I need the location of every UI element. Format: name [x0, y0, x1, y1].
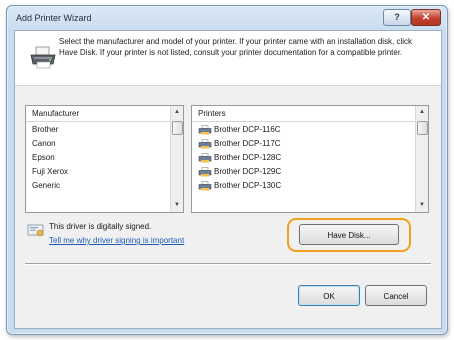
- cancel-button[interactable]: Cancel: [365, 285, 427, 306]
- wizard-header: Select the manufacturer and model of you…: [15, 31, 441, 86]
- list-item-printer[interactable]: Brother DCP-128C: [192, 151, 415, 165]
- printers-scrollbar[interactable]: ▲ ▼: [415, 106, 428, 212]
- scroll-up-icon[interactable]: ▲: [171, 106, 183, 119]
- mini-printer-icon: [198, 167, 212, 177]
- title-bar[interactable]: Add Printer Wizard ? ✕: [7, 6, 447, 30]
- dialog-body: Select the manufacturer and model of you…: [14, 30, 442, 329]
- scrollbar-thumb[interactable]: [172, 121, 183, 135]
- certificate-icon: [27, 224, 44, 237]
- signing-status: This driver is digitally signed.: [49, 222, 152, 231]
- instructions-text: Select the manufacturer and model of you…: [59, 37, 413, 57]
- driver-signing-link[interactable]: Tell me why driver signing is important: [49, 236, 184, 245]
- list-item-manufacturer[interactable]: Brother: [26, 123, 170, 137]
- manufacturer-items: Brother Canon Epson Fuji Xerox Generic: [26, 123, 170, 193]
- help-button[interactable]: ?: [383, 9, 411, 26]
- list-item-manufacturer[interactable]: Fuji Xerox: [26, 165, 170, 179]
- printers-items: Brother DCP-116C Brother DCP-117C Brothe…: [192, 123, 415, 193]
- list-item-printer[interactable]: Brother DCP-130C: [192, 179, 415, 193]
- list-item-manufacturer[interactable]: Epson: [26, 151, 170, 165]
- close-icon: ✕: [421, 12, 431, 23]
- mini-printer-icon: [198, 181, 212, 191]
- mini-printer-icon: [198, 153, 212, 163]
- list-item-manufacturer[interactable]: Generic: [26, 179, 170, 193]
- close-button[interactable]: ✕: [411, 9, 441, 26]
- scroll-up-icon[interactable]: ▲: [416, 106, 428, 119]
- scroll-down-icon[interactable]: ▼: [171, 199, 183, 212]
- printers-listbox[interactable]: Printers Brother DCP-116C Brother DCP-11…: [191, 105, 429, 213]
- mini-printer-icon: [198, 139, 212, 149]
- scrollbar-thumb[interactable]: [417, 121, 428, 135]
- list-item-manufacturer[interactable]: Canon: [26, 137, 170, 151]
- list-item-printer[interactable]: Brother DCP-117C: [192, 137, 415, 151]
- manufacturer-scrollbar[interactable]: ▲ ▼: [170, 106, 183, 212]
- ok-button[interactable]: OK: [298, 285, 360, 306]
- manufacturer-listbox[interactable]: Manufacturer Brother Canon Epson Fuji Xe…: [25, 105, 184, 213]
- scroll-down-icon[interactable]: ▼: [416, 199, 428, 212]
- mini-printer-icon: [198, 125, 212, 135]
- list-item-printer[interactable]: Brother DCP-116C: [192, 123, 415, 137]
- printers-column-header[interactable]: Printers: [192, 106, 415, 122]
- list-item-printer[interactable]: Brother DCP-129C: [192, 165, 415, 179]
- help-icon: ?: [394, 12, 400, 22]
- manufacturer-column-header[interactable]: Manufacturer: [26, 106, 170, 122]
- add-printer-wizard-window: Add Printer Wizard ? ✕ Select the manufa…: [6, 5, 448, 335]
- divider: [25, 263, 431, 265]
- printer-icon: [30, 46, 56, 69]
- have-disk-button[interactable]: Have Disk...: [299, 224, 399, 245]
- window-title: Add Printer Wizard: [16, 13, 92, 23]
